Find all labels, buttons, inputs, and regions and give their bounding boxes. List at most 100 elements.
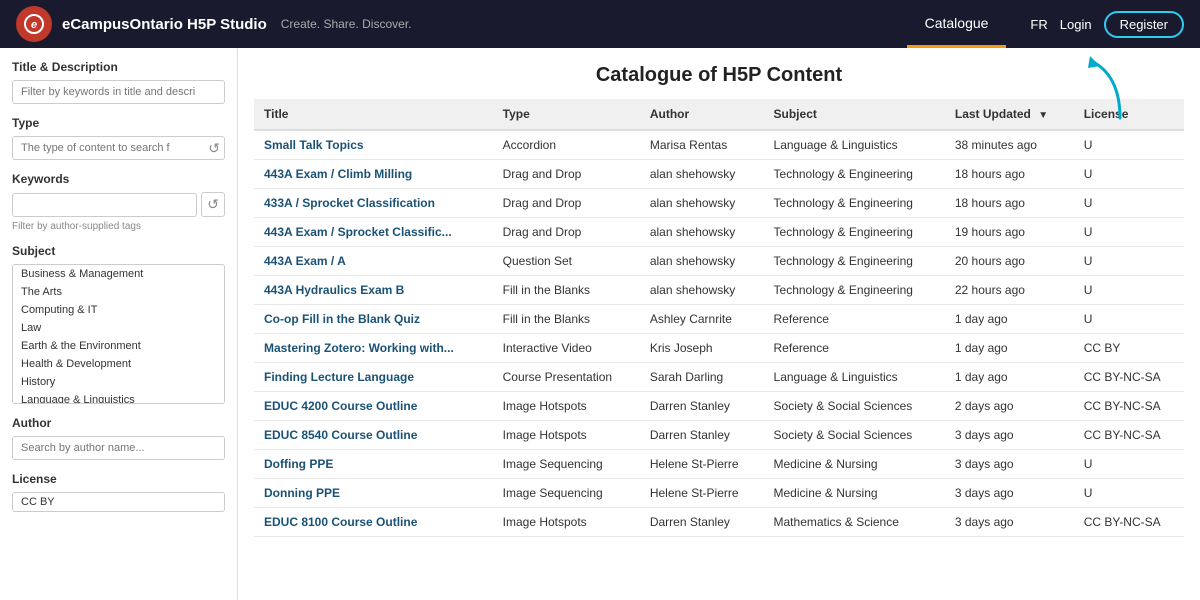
subject-item[interactable]: Health & Development bbox=[13, 355, 224, 373]
row-title[interactable]: Doffing PPE bbox=[254, 450, 493, 479]
row-license: CC BY-NC-SA bbox=[1074, 363, 1184, 392]
row-title[interactable]: 443A Exam / Climb Milling bbox=[254, 160, 493, 189]
nav-tab-catalogue[interactable]: Catalogue bbox=[907, 0, 1007, 48]
row-license: U bbox=[1074, 189, 1184, 218]
table-row: Mastering Zotero: Working with... Intera… bbox=[254, 334, 1184, 363]
site-tagline: Create. Share. Discover. bbox=[281, 17, 412, 31]
row-license: U bbox=[1074, 218, 1184, 247]
login-link[interactable]: Login bbox=[1060, 17, 1092, 32]
col-license: License bbox=[1074, 99, 1184, 130]
col-last-updated[interactable]: Last Updated ▼ bbox=[945, 99, 1074, 130]
row-author: alan shehowsky bbox=[640, 247, 764, 276]
row-author: Darren Stanley bbox=[640, 421, 764, 450]
row-title[interactable]: 443A Hydraulics Exam B bbox=[254, 276, 493, 305]
row-title[interactable]: Donning PPE bbox=[254, 479, 493, 508]
row-updated: 2 days ago bbox=[945, 392, 1074, 421]
type-label: Type bbox=[12, 116, 225, 130]
row-author: alan shehowsky bbox=[640, 189, 764, 218]
row-updated: 38 minutes ago bbox=[945, 130, 1074, 160]
row-updated: 22 hours ago bbox=[945, 276, 1074, 305]
sort-arrow-icon: ▼ bbox=[1038, 110, 1048, 121]
subject-item[interactable]: Language & Linguistics bbox=[13, 391, 224, 404]
keywords-input[interactable] bbox=[12, 193, 197, 217]
subject-item[interactable]: Computing & IT bbox=[13, 301, 224, 319]
table-row: Donning PPE Image Sequencing Helene St-P… bbox=[254, 479, 1184, 508]
register-button[interactable]: Register bbox=[1104, 11, 1184, 38]
subject-item[interactable]: Law bbox=[13, 319, 224, 337]
row-subject: Reference bbox=[764, 305, 945, 334]
subject-item[interactable]: Business & Management bbox=[13, 265, 224, 283]
row-subject: Language & Linguistics bbox=[764, 130, 945, 160]
row-license: U bbox=[1074, 479, 1184, 508]
row-type: Fill in the Blanks bbox=[493, 276, 640, 305]
row-title[interactable]: EDUC 8540 Course Outline bbox=[254, 421, 493, 450]
row-updated: 1 day ago bbox=[945, 334, 1074, 363]
subject-item[interactable]: Earth & the Environment bbox=[13, 337, 224, 355]
row-subject: Reference bbox=[764, 334, 945, 363]
table-row: 443A Exam / Sprocket Classific... Drag a… bbox=[254, 218, 1184, 247]
table-row: EDUC 8540 Course Outline Image Hotspots … bbox=[254, 421, 1184, 450]
row-title[interactable]: 443A Exam / A bbox=[254, 247, 493, 276]
content-area: Catalogue of H5P Content Title Type Auth… bbox=[238, 48, 1200, 600]
row-type: Image Hotspots bbox=[493, 392, 640, 421]
row-author: alan shehowsky bbox=[640, 276, 764, 305]
header: e eCampusOntario H5P Studio Create. Shar… bbox=[0, 0, 1200, 48]
row-license: CC BY-NC-SA bbox=[1074, 508, 1184, 537]
row-title[interactable]: 433A / Sprocket Classification bbox=[254, 189, 493, 218]
title-description-label: Title & Description bbox=[12, 60, 225, 74]
main-nav: Catalogue bbox=[907, 0, 1007, 48]
row-type: Drag and Drop bbox=[493, 189, 640, 218]
row-subject: Language & Linguistics bbox=[764, 363, 945, 392]
subject-item[interactable]: The Arts bbox=[13, 283, 224, 301]
row-type: Image Sequencing bbox=[493, 479, 640, 508]
row-title[interactable]: EDUC 8100 Course Outline bbox=[254, 508, 493, 537]
keywords-refresh-icon[interactable]: ↺ bbox=[201, 192, 225, 217]
table-row: 433A / Sprocket Classification Drag and … bbox=[254, 189, 1184, 218]
row-license: U bbox=[1074, 160, 1184, 189]
row-updated: 20 hours ago bbox=[945, 247, 1074, 276]
row-title[interactable]: Finding Lecture Language bbox=[254, 363, 493, 392]
subject-label: Subject bbox=[12, 244, 225, 258]
subject-list: Business & Management The Arts Computing… bbox=[12, 264, 225, 404]
subject-item[interactable]: History bbox=[13, 373, 224, 391]
site-title: eCampusOntario H5P Studio bbox=[62, 16, 267, 33]
row-title[interactable]: Co-op Fill in the Blank Quiz bbox=[254, 305, 493, 334]
row-title[interactable]: Small Talk Topics bbox=[254, 130, 493, 160]
row-title[interactable]: 443A Exam / Sprocket Classific... bbox=[254, 218, 493, 247]
row-updated: 3 days ago bbox=[945, 508, 1074, 537]
table-row: 443A Exam / Climb Milling Drag and Drop … bbox=[254, 160, 1184, 189]
type-input[interactable] bbox=[12, 136, 225, 160]
fr-link[interactable]: FR bbox=[1030, 17, 1047, 32]
row-subject: Technology & Engineering bbox=[764, 160, 945, 189]
type-refresh-icon[interactable]: ↺ bbox=[208, 140, 220, 157]
row-updated: 1 day ago bbox=[945, 305, 1074, 334]
license-item[interactable]: CC BY bbox=[13, 493, 224, 511]
row-subject: Society & Social Sciences bbox=[764, 421, 945, 450]
row-subject: Mathematics & Science bbox=[764, 508, 945, 537]
row-updated: 3 days ago bbox=[945, 450, 1074, 479]
col-title: Title bbox=[254, 99, 493, 130]
row-type: Fill in the Blanks bbox=[493, 305, 640, 334]
author-input[interactable] bbox=[12, 436, 225, 460]
row-license: U bbox=[1074, 450, 1184, 479]
catalogue-table: Title Type Author Subject Last Updated ▼… bbox=[254, 99, 1184, 537]
row-updated: 18 hours ago bbox=[945, 160, 1074, 189]
keywords-label: Keywords bbox=[12, 172, 225, 186]
row-author: Darren Stanley bbox=[640, 392, 764, 421]
row-license: CC BY-NC-SA bbox=[1074, 421, 1184, 450]
row-license: CC BY bbox=[1074, 334, 1184, 363]
table-row: Co-op Fill in the Blank Quiz Fill in the… bbox=[254, 305, 1184, 334]
col-author: Author bbox=[640, 99, 764, 130]
row-subject: Medicine & Nursing bbox=[764, 479, 945, 508]
row-title[interactable]: Mastering Zotero: Working with... bbox=[254, 334, 493, 363]
row-type: Interactive Video bbox=[493, 334, 640, 363]
main-layout: Title & Description Type ↺ Keywords ↺ Fi… bbox=[0, 48, 1200, 600]
row-updated: 3 days ago bbox=[945, 479, 1074, 508]
title-description-input[interactable] bbox=[12, 80, 225, 104]
row-author: alan shehowsky bbox=[640, 160, 764, 189]
row-license: U bbox=[1074, 130, 1184, 160]
row-title[interactable]: EDUC 4200 Course Outline bbox=[254, 392, 493, 421]
row-subject: Medicine & Nursing bbox=[764, 450, 945, 479]
row-license: CC BY-NC-SA bbox=[1074, 392, 1184, 421]
row-subject: Technology & Engineering bbox=[764, 247, 945, 276]
